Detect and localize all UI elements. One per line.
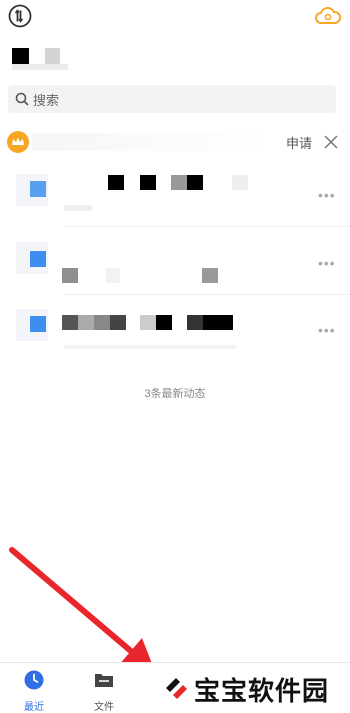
file-thumbnail — [16, 242, 48, 274]
activity-item-1[interactable]: ••• — [0, 160, 350, 227]
sync-icon[interactable] — [8, 4, 32, 28]
close-icon[interactable] — [322, 133, 340, 151]
file-thumbnail — [16, 309, 48, 341]
activity-summary: 3条最新动态 — [144, 388, 206, 400]
search-icon — [15, 92, 29, 106]
cloud-icon[interactable] — [314, 6, 342, 26]
more-options-icon[interactable]: ••• — [318, 187, 336, 203]
folder-icon — [95, 674, 113, 687]
search-placeholder: 搜索 — [33, 92, 60, 108]
file-thumbnail — [16, 174, 48, 206]
banner-apply-link[interactable]: 申请 — [286, 133, 312, 152]
activity-item-3[interactable]: ••• — [0, 295, 350, 355]
nav-files[interactable]: 文件 — [79, 669, 129, 713]
more-options-icon[interactable]: ••• — [318, 322, 336, 338]
activity-item-2[interactable]: ••• — [0, 228, 350, 295]
watermark-text: 宝宝软件园 — [194, 676, 330, 706]
page-title-redacted — [12, 48, 68, 70]
crown-icon — [7, 131, 29, 153]
banner-text-redacted — [32, 133, 272, 151]
watermark-logo-icon — [166, 678, 187, 699]
more-options-icon[interactable]: ••• — [318, 255, 336, 271]
membership-banner[interactable]: 申请 — [0, 127, 350, 157]
watermark-logo: 宝宝软件园 — [158, 668, 348, 708]
search-bar[interactable]: 搜索 — [8, 85, 336, 113]
red-arrow-annotation — [9, 547, 156, 674]
clock-icon — [24, 670, 44, 690]
nav-recent[interactable]: 最近 — [9, 669, 59, 713]
